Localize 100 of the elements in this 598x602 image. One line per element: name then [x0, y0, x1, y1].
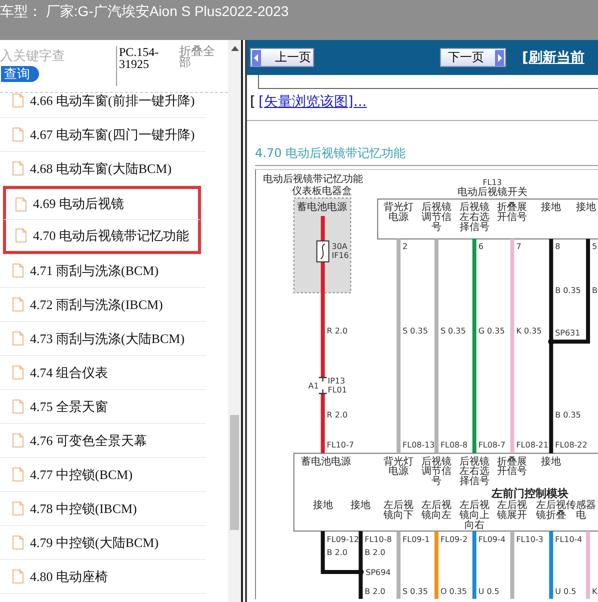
document-icon [15, 228, 27, 243]
wire-gauge-label: U 0.5 [555, 586, 576, 596]
search-button[interactable]: 查询 [1, 66, 39, 82]
module-pin-label: 后视镜调节信号 [421, 456, 452, 488]
tree-item[interactable]: 4.71 雨刮与洗涤(BCM) [0, 254, 206, 288]
tree-item[interactable]: 4.67 电动车窗(四门一键升降) [0, 118, 206, 152]
document-icon [12, 467, 24, 482]
pin-function-label: 背光灯电源 [384, 202, 414, 223]
collapse-all-link[interactable]: 折叠全部 [179, 46, 223, 92]
tree-item[interactable]: 4.79 中控锁(大陆BCM) [0, 526, 206, 560]
document-icon [12, 263, 24, 278]
pin-function-label: 接地 [576, 202, 596, 213]
terminal-label: FL09-4 [478, 535, 506, 544]
bracket-text: [ [250, 94, 256, 110]
document-icon [12, 535, 24, 550]
wire-gauge-label: B [592, 286, 598, 295]
document-icon [12, 297, 24, 312]
module-pin-label: 左后视镜向下 [384, 500, 414, 522]
terminal-label: FL09-1 [402, 535, 430, 544]
module-pin-label: 蓄电池电源 [300, 456, 351, 468]
diagram-title: 电动后视镜带记忆功能 [262, 174, 363, 186]
terminal-label: FL08-7 [478, 440, 506, 450]
pin-number: 6 [478, 242, 484, 251]
module-pin-label: 传感器电 [566, 500, 596, 522]
wire-gauge-label: B 0.35 [555, 410, 581, 420]
pin-function-label: 接地 [541, 202, 562, 213]
terminal-label: FL10-3 [516, 535, 544, 544]
module-pin-label: 左后视镜折叠 [536, 500, 566, 522]
scroll-up-icon[interactable] [231, 46, 239, 51]
power-source-label: 蓄电池电源 [296, 202, 347, 213]
code-label: PC.154-31925 [116, 46, 169, 86]
document-icon [12, 365, 24, 380]
tree-item[interactable]: 4.75 全景天窗 [0, 390, 206, 424]
document-icon [15, 196, 27, 212]
terminal-label: FL10-7 [326, 440, 354, 450]
tree-item[interactable]: 4.80 电动座椅 [0, 560, 206, 594]
switch-label: 电动后视镜开关 [457, 187, 528, 198]
module-pin-label: 接地 [350, 500, 371, 512]
tree-item[interactable]: 4.78 中控锁(IBCM) [0, 492, 206, 526]
wire-gauge-label: B 2.0 [364, 586, 386, 596]
connector-label: IP13 FL01 [328, 376, 347, 394]
terminal-label: FL09-2 [440, 535, 468, 544]
wire-gauge-label: K [592, 586, 598, 596]
module-pin-label: 折叠展开信号 [497, 456, 528, 478]
tree-item[interactable]: 4.68 电动车窗(大陆BCM) [0, 152, 206, 186]
tree-item[interactable]: 4.72 雨刮与洗涤(IBCM) [0, 288, 206, 322]
document-icon [12, 501, 24, 516]
fuse-box-label: 仪表板电器盒 [292, 186, 352, 198]
tree-item[interactable]: 4.73 雨刮与洗涤(大陆BCM) [0, 322, 206, 356]
module-pin-label: 接地 [312, 500, 333, 512]
wire-gauge-label: O 0.35 [440, 586, 468, 596]
pin-function-label: 折叠展开信号 [497, 202, 528, 223]
document-icon [12, 331, 24, 346]
wire-gauge-label: S 0.35 [402, 326, 428, 336]
wire-gauge-label: K 0.35 [516, 326, 542, 336]
scroll-thumb[interactable] [230, 415, 239, 530]
terminal-label: FL10-4 [555, 535, 582, 544]
splice-dot [358, 568, 364, 575]
fuse-icon [316, 240, 330, 262]
wire-gauge-label: R 2.0 [326, 326, 348, 336]
tree-item[interactable]: 4.66 电动车窗(前排一键升降) [0, 93, 206, 118]
document-icon [12, 399, 24, 414]
previous-page-button[interactable]: 上一页 [250, 48, 314, 67]
document-icon [12, 161, 24, 176]
wire-gauge-label: S 0.35 [440, 326, 466, 336]
pin-number: 5 [592, 242, 598, 251]
wire-gauge-label: B 2.0 [326, 548, 348, 557]
window-title: 车型： 厂家:G-广汽埃安Aion S Plus2022-2023 [0, 3, 289, 19]
module-pin-label: 左后视镜展开 [497, 500, 528, 522]
tree-item[interactable]: 4.77 中控锁(BCM) [0, 458, 206, 492]
pin-number: 8 [555, 242, 560, 251]
module-pin-label: 左后视镜向左 [421, 500, 452, 522]
refresh-link[interactable]: [刷新当前 [522, 48, 584, 66]
module-label: 左前门控制模块 [492, 487, 569, 500]
terminal-label: FL08-21 [516, 440, 548, 450]
vector-view-link[interactable]: [矢量浏览该图]... [258, 93, 367, 111]
module-pin-label: 接地 [541, 456, 562, 468]
connector-icon [318, 376, 328, 394]
module-pin-label: 背光灯电源 [384, 456, 414, 478]
wire-gauge-label: R 2.0 [326, 410, 348, 420]
tree-item[interactable]: 4.70 电动后视镜带记忆功能 [3, 220, 201, 254]
document-icon [12, 127, 24, 142]
splice-label: SP631 [555, 328, 580, 338]
pin-function-label: 后视镜调节信号 [421, 202, 452, 233]
tree-item[interactable]: 4.76 可变色全景天幕 [0, 424, 206, 458]
pin-number: 2 [402, 242, 408, 251]
splice-label: SP694 [366, 568, 391, 577]
wire-gauge-label: S 0.35 [402, 586, 428, 596]
connector-label: FL13 [482, 178, 502, 188]
tree-item[interactable]: 4.69 电动后视镜 [3, 186, 201, 220]
section-heading: 4.70 电动后视镜带记忆功能 [255, 145, 598, 166]
terminal-label: FL08-8 [440, 440, 468, 450]
tree-item[interactable]: 4.74 组合仪表 [0, 356, 206, 390]
module-pin-label: 后视镜左右选择信号 [459, 456, 490, 488]
scrollbar[interactable] [228, 40, 241, 602]
next-page-button[interactable]: 下一页 [440, 48, 506, 67]
terminal-label: FL08-13 [402, 440, 435, 450]
wire-gauge-label: U 0.5 [478, 586, 500, 596]
module-pin-label: 左后视镜向上向右 [459, 500, 490, 532]
wire-gauge-label: G 0.35 [478, 326, 505, 336]
